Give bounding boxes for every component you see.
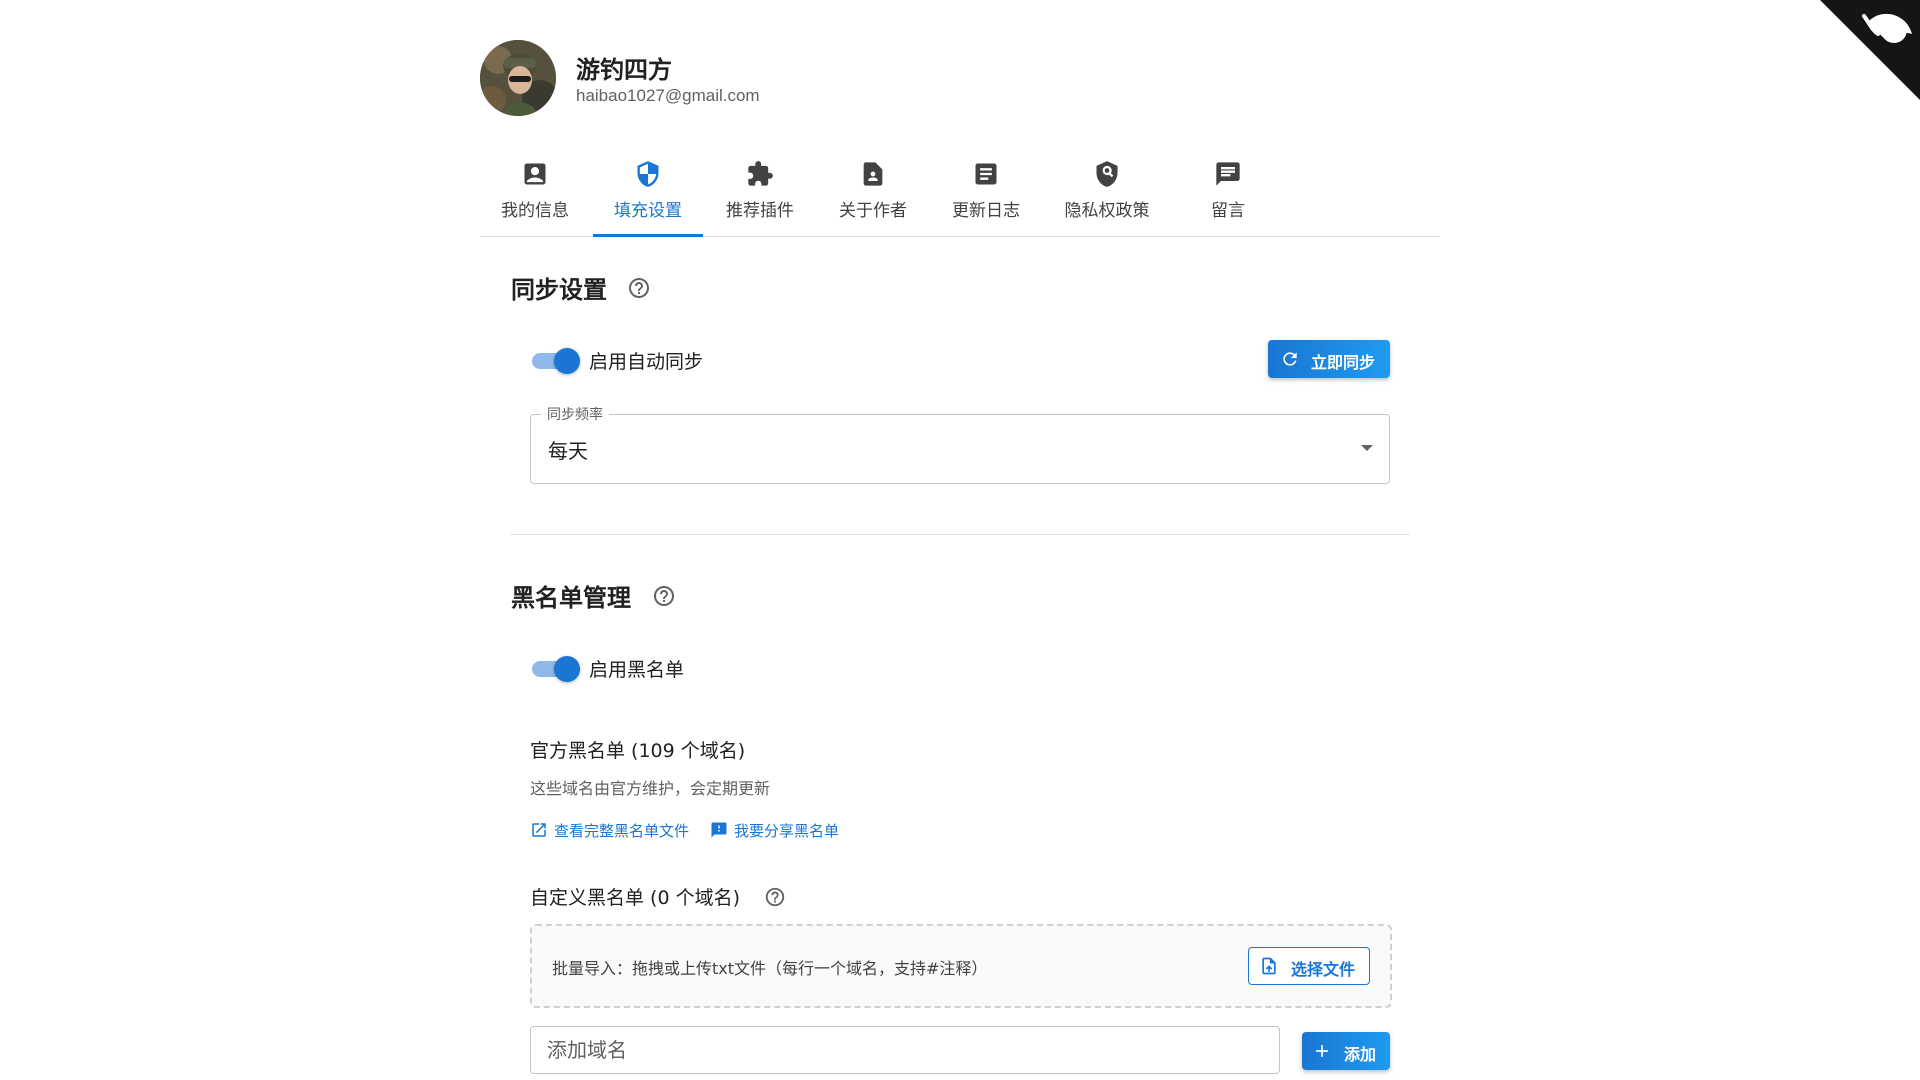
person-file-icon	[863, 162, 883, 186]
open-in-new-icon	[532, 823, 546, 837]
help-icon[interactable]	[652, 584, 676, 608]
official-blacklist-desc: 这些域名由官方维护，会定期更新	[530, 779, 771, 798]
sync-frequency-value: 每天	[548, 439, 588, 463]
tab-about-author[interactable]: 关于作者	[818, 148, 928, 236]
user-email: haibao1027@gmail.com	[576, 86, 760, 105]
blacklist-enable-label: 启用黑名单	[589, 659, 685, 681]
tab-label: 更新日志	[952, 201, 1020, 221]
help-icon[interactable]	[627, 276, 651, 300]
share-blacklist-link[interactable]: 我要分享黑名单	[710, 820, 850, 840]
file-upload-icon	[1262, 957, 1276, 975]
sync-now-button[interactable]: 立即同步	[1268, 340, 1390, 378]
tab-label: 推荐插件	[726, 201, 794, 221]
auto-sync-switch[interactable]	[530, 344, 580, 376]
choose-file-button[interactable]: 选择文件	[1248, 947, 1370, 985]
tab-label: 留言	[1211, 201, 1245, 221]
sync-frequency-select[interactable]: 同步频率 每天	[530, 404, 1390, 484]
tab-bar: 我的信息 填充设置 推荐插件 关于作者 更新日志 隐私权政策 留言	[480, 148, 1440, 237]
blacklist-title: 黑名单管理	[511, 584, 631, 612]
choose-file-label: 选择文件	[1291, 960, 1356, 979]
tab-my-info[interactable]: 我的信息	[480, 148, 590, 236]
feedback-icon	[711, 822, 727, 838]
tab-label: 填充设置	[614, 201, 682, 221]
message-icon	[1216, 162, 1240, 186]
plus-icon	[1316, 1045, 1328, 1057]
blacklist-switch[interactable]	[530, 652, 580, 684]
sync-frequency-label: 同步频率	[541, 404, 609, 424]
add-label: 添加	[1344, 1045, 1377, 1064]
account-box-icon	[524, 163, 546, 185]
tab-privacy-policy[interactable]: 隐私权政策	[1047, 148, 1167, 236]
sync-now-label: 立即同步	[1311, 353, 1376, 372]
tab-recommended-plugins[interactable]: 推荐插件	[705, 148, 815, 236]
auto-sync-label: 启用自动同步	[589, 351, 704, 373]
official-blacklist-title: 官方黑名单 (109 个域名)	[530, 740, 746, 762]
github-corner-icon[interactable]	[1820, 0, 1920, 100]
import-dropzone[interactable]: 批量导入：拖拽或上传txt文件（每行一个域名，支持#注释） 选择文件	[530, 924, 1392, 1008]
shield-icon	[637, 161, 659, 187]
chevron-down-icon	[1361, 445, 1373, 451]
refresh-icon	[1283, 352, 1297, 366]
custom-blacklist-title: 自定义黑名单 (0 个域名)	[530, 887, 740, 909]
share-blacklist-label: 我要分享黑名单	[734, 822, 840, 840]
settings-page: 游钓四方 haibao1027@gmail.com 我的信息 填充设置 推荐插件…	[480, 0, 1440, 1080]
tab-fill-settings[interactable]: 填充设置	[593, 148, 703, 237]
puzzle-icon	[748, 161, 773, 186]
section-divider	[510, 534, 1410, 535]
switch-thumb	[554, 348, 580, 374]
sync-settings-title: 同步设置	[511, 276, 607, 304]
help-icon[interactable]	[764, 886, 786, 908]
switch-thumb	[554, 656, 580, 682]
add-domain-button[interactable]: 添加	[1302, 1032, 1390, 1070]
privacy-shield-icon	[1096, 161, 1118, 187]
import-instructions: 批量导入：拖拽或上传txt文件（每行一个域名，支持#注释）	[552, 959, 988, 978]
view-blacklist-label: 查看完整黑名单文件	[554, 822, 690, 840]
tab-label: 关于作者	[839, 201, 907, 221]
add-domain-input[interactable]	[530, 1026, 1280, 1074]
tab-label: 隐私权政策	[1064, 201, 1150, 221]
user-header: 游钓四方 haibao1027@gmail.com	[480, 38, 1440, 118]
view-blacklist-link[interactable]: 查看完整黑名单文件	[530, 820, 700, 840]
tab-changelog[interactable]: 更新日志	[931, 148, 1041, 236]
tab-messages[interactable]: 留言	[1173, 148, 1283, 236]
avatar	[480, 40, 556, 116]
document-icon	[975, 163, 997, 185]
user-name: 游钓四方	[576, 56, 672, 84]
tab-label: 我的信息	[501, 201, 569, 221]
